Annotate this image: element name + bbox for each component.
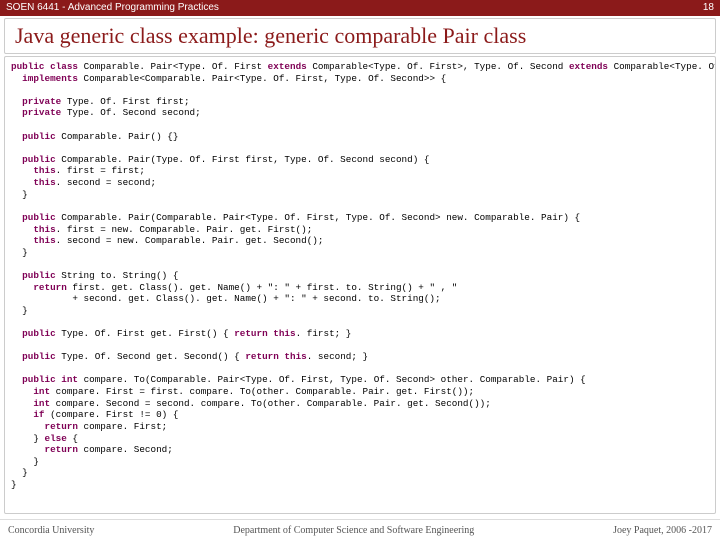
code-listing: public class Comparable. Pair<Type. Of. … [11, 61, 709, 491]
footer: Concordia University Department of Compu… [0, 519, 720, 540]
course-code: SOEN 6441 - Advanced Programming Practic… [6, 0, 219, 16]
footer-center: Department of Computer Science and Softw… [233, 525, 474, 536]
header-bar: SOEN 6441 - Advanced Programming Practic… [0, 0, 720, 16]
page-number: 18 [703, 0, 714, 16]
footer-left: Concordia University [8, 525, 94, 536]
code-box: public class Comparable. Pair<Type. Of. … [4, 56, 716, 514]
slide: SOEN 6441 - Advanced Programming Practic… [0, 0, 720, 540]
slide-title: Java generic class example: generic comp… [4, 18, 716, 54]
footer-right: Joey Paquet, 2006 -2017 [613, 525, 712, 536]
